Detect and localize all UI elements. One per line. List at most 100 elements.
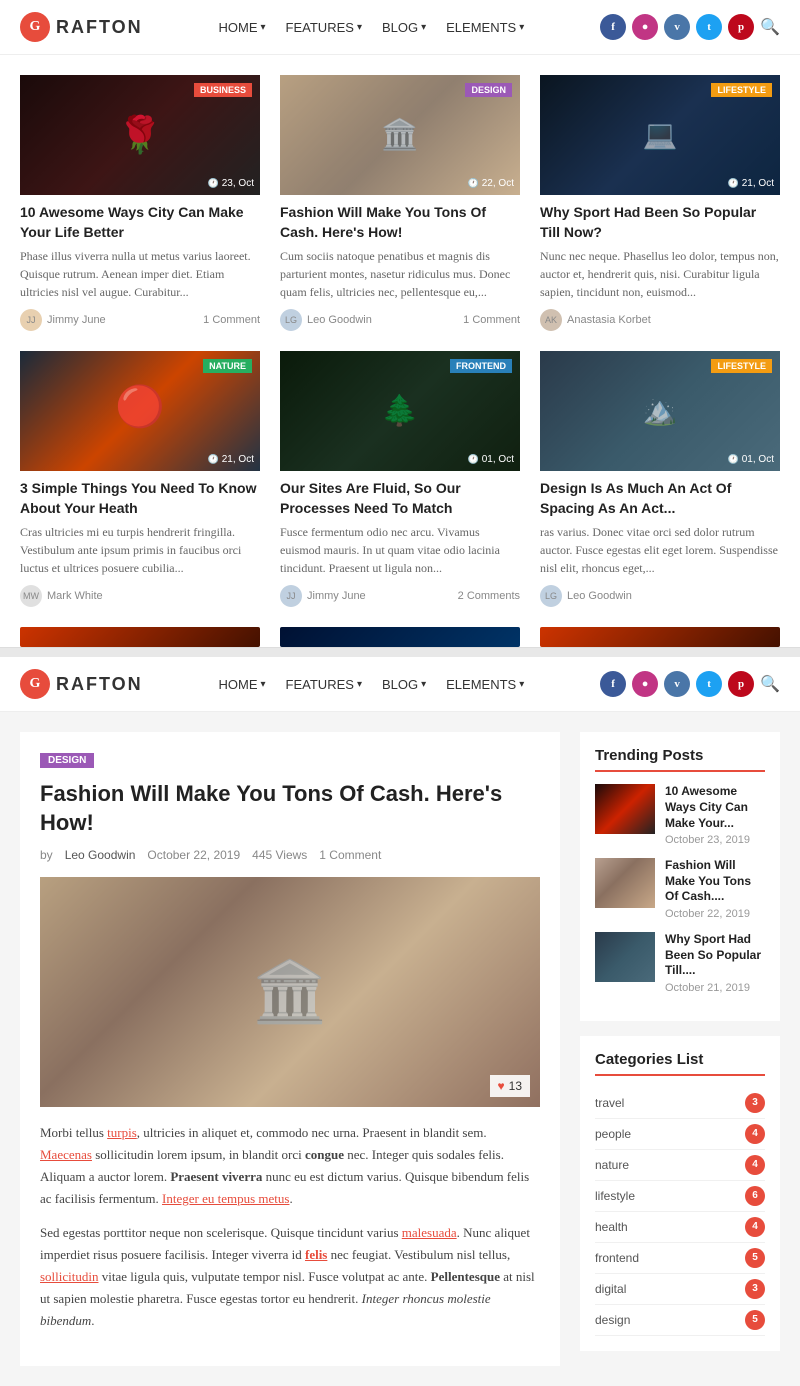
link-integer[interactable]: Integer eu tempus metus (162, 1191, 289, 1206)
author-avatar-5: JJ (280, 585, 302, 607)
comments-1: 1 Comment (203, 314, 260, 326)
trending-date-1: October 23, 2019 (665, 834, 765, 846)
instagram-icon-2[interactable]: ● (632, 671, 658, 697)
link-felis[interactable]: felis (305, 1247, 327, 1262)
nav-blog[interactable]: BLOG (382, 20, 426, 35)
nav-features-2[interactable]: FEATURES (286, 677, 362, 692)
author-5: JJ Jimmy June (280, 585, 366, 607)
post-comments-count: 1 Comment (319, 848, 381, 862)
article-image-4: 🔴 NATURE 21, Oct (20, 351, 260, 471)
nav-menu: HOME FEATURES BLOG ELEMENTS (219, 20, 525, 35)
category-name-frontend: frontend (595, 1251, 639, 1265)
article-date-1: 23, Oct (208, 178, 254, 189)
article-card-1: 🌹 BUSINESS 23, Oct 10 Awesome Ways City … (20, 75, 260, 331)
trending-post-title-2[interactable]: Fashion Will Make You Tons Of Cash.... (665, 858, 765, 905)
author-avatar-6: LG (540, 585, 562, 607)
nav-home-2[interactable]: HOME (219, 677, 266, 692)
trending-date-3: October 21, 2019 (665, 982, 765, 994)
article-title-4[interactable]: 3 Simple Things You Need To Know About Y… (20, 479, 260, 518)
category-digital[interactable]: digital 3 (595, 1274, 765, 1305)
nav-blog-2[interactable]: BLOG (382, 677, 426, 692)
facebook-icon[interactable]: f (600, 14, 626, 40)
trending-posts-section: Trending Posts 10 Awesome Ways City Can … (580, 732, 780, 1020)
twitter-icon-2[interactable]: t (696, 671, 722, 697)
logo[interactable]: G RAFTON (20, 12, 143, 42)
author-name-2: Leo Goodwin (307, 314, 372, 326)
post-featured-image: 🏛️ ♥ 13 (40, 877, 540, 1107)
trending-item-2: Fashion Will Make You Tons Of Cash.... O… (595, 858, 765, 920)
logo-2[interactable]: G RAFTON (20, 669, 143, 699)
article-meta-2: LG Leo Goodwin 1 Comment (280, 309, 520, 331)
trending-title: Trending Posts (595, 747, 765, 772)
category-lifestyle[interactable]: lifestyle 6 (595, 1181, 765, 1212)
category-health[interactable]: health 4 (595, 1212, 765, 1243)
article-card-6: 🏔️ LIFESTYLE 01, Oct Design Is As Much A… (540, 351, 780, 607)
nav-elements-2[interactable]: ELEMENTS (446, 677, 524, 692)
link-maecenas[interactable]: Maecenas (40, 1147, 92, 1162)
trending-info-1: 10 Awesome Ways City Can Make Your... Oc… (665, 784, 765, 846)
article-title-6[interactable]: Design Is As Much An Act Of Spacing As A… (540, 479, 780, 518)
category-badge-2: DESIGN (465, 83, 512, 97)
author-4: MW Mark White (20, 585, 103, 607)
article-title-5[interactable]: Our Sites Are Fluid, So Our Processes Ne… (280, 479, 520, 518)
link-turpis[interactable]: turpis (107, 1125, 137, 1140)
vk-icon-2[interactable]: v (664, 671, 690, 697)
article-title-1[interactable]: 10 Awesome Ways City Can Make Your Life … (20, 203, 260, 242)
article-image-1: 🌹 BUSINESS 23, Oct (20, 75, 260, 195)
category-design[interactable]: design 5 (595, 1305, 765, 1336)
search-icon-2[interactable]: 🔍 (760, 674, 780, 694)
category-name-people: people (595, 1127, 631, 1141)
article-image-2: 🏛️ DESIGN 22, Oct (280, 75, 520, 195)
category-name-health: health (595, 1220, 628, 1234)
trending-post-title-3[interactable]: Why Sport Had Been So Popular Till.... (665, 932, 765, 979)
author-3: AK Anastasia Korbet (540, 309, 651, 331)
article-date-6: 01, Oct (728, 454, 774, 465)
article-card-3: 💻 LIFESTYLE 21, Oct Why Sport Had Been S… (540, 75, 780, 331)
article-card-4: 🔴 NATURE 21, Oct 3 Simple Things You Nee… (20, 351, 260, 607)
twitter-icon[interactable]: t (696, 14, 722, 40)
category-people[interactable]: people 4 (595, 1119, 765, 1150)
vk-icon[interactable]: v (664, 14, 690, 40)
article-image-6: 🏔️ LIFESTYLE 01, Oct (540, 351, 780, 471)
category-nature[interactable]: nature 4 (595, 1150, 765, 1181)
comments-5: 2 Comments (458, 590, 520, 602)
trending-post-title-1[interactable]: 10 Awesome Ways City Can Make Your... (665, 784, 765, 831)
search-icon[interactable]: 🔍 (760, 17, 780, 37)
author-name-4: Mark White (47, 590, 103, 602)
nav-features[interactable]: FEATURES (286, 20, 362, 35)
author-name-3: Anastasia Korbet (567, 314, 651, 326)
article-title-3[interactable]: Why Sport Had Been So Popular Till Now? (540, 203, 780, 242)
link-sollicitudin[interactable]: sollicitudin (40, 1269, 99, 1284)
pinterest-icon-2[interactable]: p (728, 671, 754, 697)
article-date-5: 01, Oct (468, 454, 514, 465)
comments-2: 1 Comment (463, 314, 520, 326)
instagram-icon[interactable]: ● (632, 14, 658, 40)
author-2: LG Leo Goodwin (280, 309, 372, 331)
nav-elements[interactable]: ELEMENTS (446, 20, 524, 35)
post-title: Fashion Will Make You Tons Of Cash. Here… (40, 780, 540, 837)
category-badge-3: LIFESTYLE (711, 83, 772, 97)
post-like[interactable]: ♥ 13 (490, 1075, 530, 1097)
post-by: by (40, 848, 53, 862)
section-divider (0, 647, 800, 657)
article-grid: 🌹 BUSINESS 23, Oct 10 Awesome Ways City … (0, 55, 800, 627)
article-date-3: 21, Oct (728, 178, 774, 189)
article-title-2[interactable]: Fashion Will Make You Tons Of Cash. Here… (280, 203, 520, 242)
categories-section: Categories List travel 3 people 4 nature… (580, 1036, 780, 1351)
trending-info-3: Why Sport Had Been So Popular Till.... O… (665, 932, 765, 994)
facebook-icon-2[interactable]: f (600, 671, 626, 697)
category-travel[interactable]: travel 3 (595, 1088, 765, 1119)
article-meta-6: LG Leo Goodwin (540, 585, 780, 607)
article-excerpt-2: Cum sociis natoque penatibus et magnis d… (280, 247, 520, 301)
nav-home[interactable]: HOME (219, 20, 266, 35)
link-malesuada[interactable]: malesuada (402, 1225, 457, 1240)
post-author[interactable]: Leo Goodwin (65, 848, 136, 862)
article-excerpt-6: ras varius. Donec vitae orci sed dolor r… (540, 523, 780, 577)
article-card-5: 🌲 FRONTEND 01, Oct Our Sites Are Fluid, … (280, 351, 520, 607)
article-meta-4: MW Mark White (20, 585, 260, 607)
post-date: October 22, 2019 (147, 848, 240, 862)
logo-text-2: RAFTON (56, 674, 143, 695)
article-excerpt-3: Nunc nec neque. Phasellus leo dolor, tem… (540, 247, 780, 301)
category-frontend[interactable]: frontend 5 (595, 1243, 765, 1274)
pinterest-icon[interactable]: p (728, 14, 754, 40)
